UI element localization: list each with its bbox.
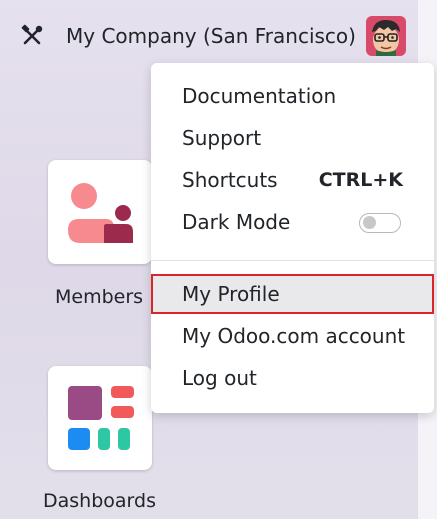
menu-item-label: Support bbox=[182, 126, 262, 150]
tools-icon[interactable] bbox=[20, 24, 44, 48]
toggle-knob bbox=[363, 216, 376, 229]
dashboards-icon bbox=[68, 386, 134, 450]
members-label[interactable]: Members bbox=[55, 285, 143, 309]
menu-item-my-profile[interactable]: My Profile bbox=[151, 274, 434, 314]
dashboards-label[interactable]: Dashboards bbox=[43, 489, 156, 513]
top-navbar: My Company (San Francisco) bbox=[0, 0, 437, 72]
menu-item-odoo-account[interactable]: My Odoo.com account bbox=[151, 316, 434, 356]
dashboards-tile[interactable] bbox=[48, 366, 152, 470]
company-switcher[interactable]: My Company (San Francisco) bbox=[66, 22, 356, 50]
members-icon bbox=[68, 183, 133, 243]
members-tile[interactable] bbox=[48, 160, 152, 264]
menu-item-label: Dark Mode bbox=[182, 210, 291, 234]
menu-item-log-out[interactable]: Log out bbox=[151, 358, 434, 398]
menu-item-shortcuts[interactable]: Shortcuts CTRL+K bbox=[151, 160, 434, 200]
menu-item-label: My Odoo.com account bbox=[182, 324, 406, 348]
menu-item-label: Shortcuts bbox=[182, 168, 278, 192]
user-menu-dropdown: Documentation Support Shortcuts CTRL+K D… bbox=[151, 63, 434, 413]
dark-mode-toggle[interactable] bbox=[359, 213, 401, 233]
menu-divider bbox=[151, 260, 434, 261]
menu-item-label: Documentation bbox=[182, 84, 337, 108]
menu-item-label: Log out bbox=[182, 366, 257, 390]
shortcut-hint: CTRL+K bbox=[318, 169, 403, 191]
menu-item-support[interactable]: Support bbox=[151, 118, 434, 158]
menu-item-label: My Profile bbox=[182, 282, 280, 306]
user-avatar[interactable] bbox=[366, 16, 406, 56]
menu-item-documentation[interactable]: Documentation bbox=[151, 76, 434, 116]
menu-item-dark-mode[interactable]: Dark Mode bbox=[151, 202, 434, 242]
